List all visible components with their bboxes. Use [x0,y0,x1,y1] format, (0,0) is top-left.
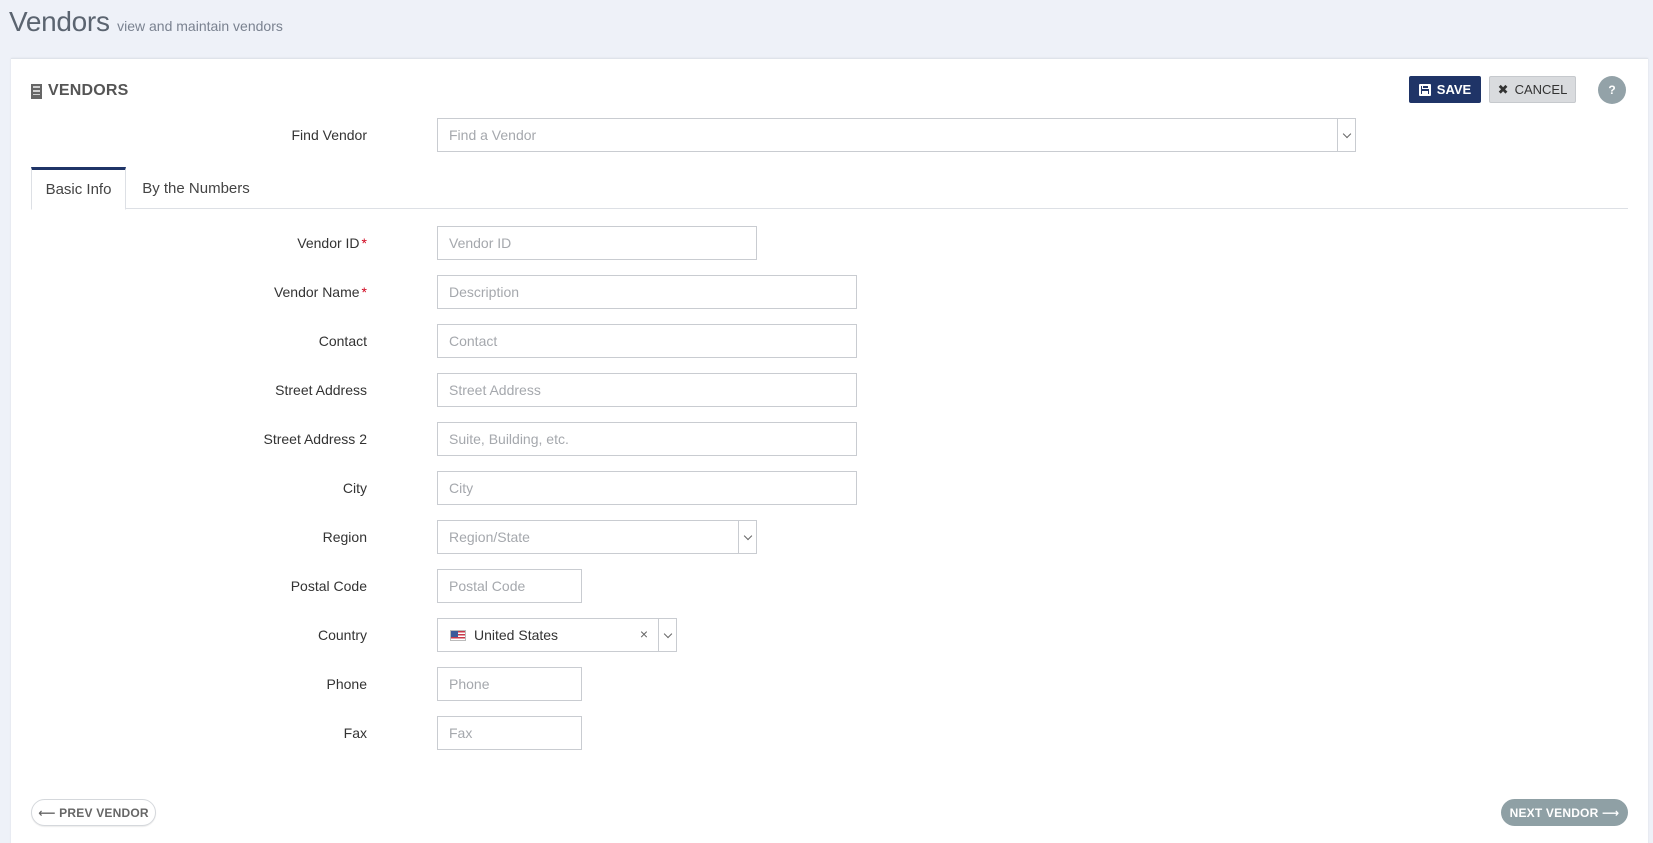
country-select[interactable]: United States × [437,618,677,652]
save-button[interactable]: SAVE [1409,76,1481,103]
street-address-label-text: Street Address [275,382,367,398]
building-icon [31,83,42,99]
page-header: Vendors view and maintain vendors [9,6,283,46]
fax-input[interactable] [449,725,570,741]
city-label: City [11,480,367,496]
vendor-name-input[interactable] [449,284,845,300]
chevron-down-icon [663,629,672,638]
fax-field[interactable] [437,716,582,750]
cancel-button[interactable]: ✖ CANCEL [1489,76,1576,103]
postal-code-label: Postal Code [11,578,367,594]
find-vendor-label-text: Find Vendor [291,127,368,143]
cancel-button-label: CANCEL [1514,82,1568,97]
region-label-text: Region [322,529,367,545]
save-button-label: SAVE [1436,82,1472,97]
vendor-panel: VENDORS SAVE ✖ CANCEL ? Find Vendor Basi… [11,58,1648,843]
city-label-text: City [342,480,367,496]
page-subtitle: view and maintain vendors [117,18,283,34]
vendor-name-label-text: Vendor Name [273,284,360,300]
vendor-name-field[interactable] [437,275,857,309]
region-dropdown-toggle[interactable] [738,521,756,553]
fax-label: Fax [11,725,367,741]
street-address-2-field[interactable] [437,422,857,456]
next-vendor-button[interactable]: NEXT VENDOR ⟶ [1501,799,1628,826]
required-marker: * [361,235,367,251]
page-title: Vendors [9,6,110,37]
panel-title: VENDORS [31,82,129,100]
postal-code-label-text: Postal Code [290,578,367,594]
vendor-id-field[interactable] [437,226,757,260]
country-label: Country [11,627,367,643]
vendor-id-input[interactable] [449,235,745,251]
help-button[interactable]: ? [1598,76,1626,104]
street-address-2-input[interactable] [449,431,845,447]
clear-country-icon[interactable]: × [640,626,648,642]
phone-label-text: Phone [326,676,367,692]
country-dropdown-toggle[interactable] [658,619,676,651]
floppy-disk-icon [1418,83,1431,96]
tab-bar: Basic Info By the Numbers [31,167,1628,210]
fax-label-text: Fax [343,725,367,741]
find-vendor-label: Find Vendor [11,127,368,143]
postal-code-field[interactable] [437,569,582,603]
find-vendor-select[interactable] [437,118,1356,152]
help-icon: ? [1608,83,1616,97]
street-address-2-label-text: Street Address 2 [263,431,367,447]
vendor-id-label: Vendor ID * [11,235,367,251]
tab-by-the-numbers[interactable]: By the Numbers [126,167,266,209]
close-icon: ✖ [1497,81,1509,97]
city-input[interactable] [449,480,845,496]
contact-label: Contact [11,333,367,349]
phone-field[interactable] [437,667,582,701]
required-marker: * [361,284,367,300]
region-select[interactable] [437,520,757,554]
street-address-field[interactable] [437,373,857,407]
city-field[interactable] [437,471,857,505]
contact-field[interactable] [437,324,857,358]
prev-vendor-button[interactable]: ⟵ PREV VENDOR [31,799,156,826]
tab-basic-info[interactable]: Basic Info [31,167,126,210]
panel-title-text: VENDORS [48,82,129,99]
street-address-2-label: Street Address 2 [11,431,367,447]
phone-input[interactable] [449,676,570,692]
find-vendor-dropdown-toggle[interactable] [1337,119,1355,151]
vendor-name-label: Vendor Name * [11,284,367,300]
contact-input[interactable] [449,333,845,349]
phone-label: Phone [11,676,367,692]
vendor-id-label-text: Vendor ID [297,235,360,251]
chevron-down-icon [1342,129,1351,138]
chevron-down-icon [743,531,752,540]
find-vendor-input[interactable] [449,127,1344,143]
street-address-label: Street Address [11,382,367,398]
country-label-text: Country [317,627,367,643]
street-address-input[interactable] [449,382,845,398]
contact-label-text: Contact [318,333,367,349]
country-value: United States [474,627,559,643]
region-label: Region [11,529,367,545]
region-input[interactable] [449,529,745,545]
postal-code-input[interactable] [449,578,570,594]
us-flag-icon [450,629,466,641]
